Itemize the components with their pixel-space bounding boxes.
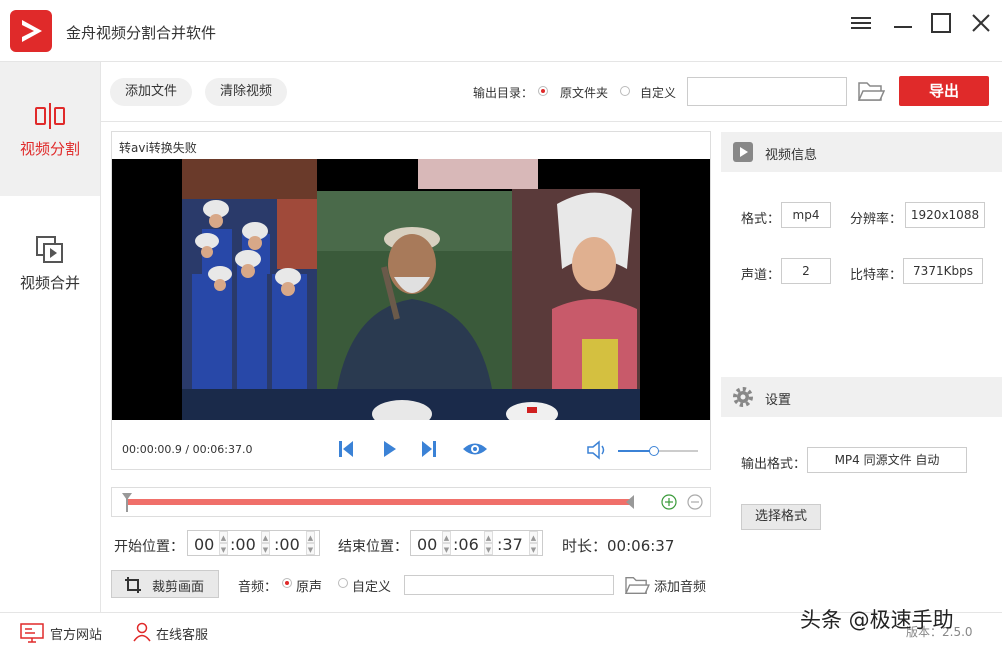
output-dir-label: 输出目录： bbox=[473, 86, 534, 100]
choose-format-button[interactable]: 选择格式 bbox=[741, 504, 821, 530]
radio-audio-original[interactable] bbox=[282, 578, 292, 588]
channels-label: 声道： bbox=[741, 268, 781, 283]
crop-icon bbox=[125, 577, 141, 593]
crop-button[interactable]: 裁剪画面 bbox=[111, 570, 219, 598]
minimize-icon[interactable] bbox=[890, 10, 916, 36]
bitrate-value: 7371Kbps bbox=[903, 258, 983, 284]
folder-icon[interactable] bbox=[857, 79, 886, 107]
export-button[interactable]: 导出 bbox=[899, 76, 989, 106]
monitor-icon bbox=[20, 623, 44, 643]
output-format-value: MP4 同源文件 自动 bbox=[807, 447, 967, 473]
start-seconds-down[interactable]: ▼ bbox=[306, 543, 315, 555]
trim-timeline[interactable] bbox=[111, 487, 711, 517]
title-bar: 金舟视频分割合并软件 bbox=[0, 0, 1002, 62]
online-support-label: 在线客服 bbox=[156, 628, 209, 643]
start-hours-down[interactable]: ▼ bbox=[219, 543, 228, 555]
volume-slider[interactable] bbox=[618, 446, 698, 456]
app-title: 金舟视频分割合并软件 bbox=[66, 24, 217, 42]
crop-label: 裁剪画面 bbox=[152, 580, 205, 595]
start-hours: 00 bbox=[194, 535, 215, 554]
zoom-out-icon[interactable] bbox=[687, 494, 703, 510]
gear-icon bbox=[733, 387, 753, 407]
channels-value: 2 bbox=[781, 258, 831, 284]
duration-label: 时长： bbox=[562, 537, 608, 555]
resolution-value: 1920x1088 bbox=[905, 202, 985, 228]
radio-custom-folder[interactable] bbox=[620, 86, 630, 96]
bitrate-label: 比特率： bbox=[850, 268, 903, 283]
status-message: 转avi转换失败 bbox=[119, 141, 197, 155]
user-icon bbox=[133, 622, 151, 642]
start-seconds-up[interactable]: ▲ bbox=[306, 531, 315, 543]
settings-title: 设置 bbox=[765, 393, 792, 408]
duration-value: 00:06:37 bbox=[607, 537, 675, 555]
end-time-stepper[interactable]: 00 ▲ ▼ :06 ▲ ▼ :37 ▲ ▼ bbox=[410, 530, 543, 556]
start-time-stepper[interactable]: 00 ▲ ▼ :00 ▲ ▼ :00 ▲ ▼ bbox=[187, 530, 320, 556]
end-hours-up[interactable]: ▲ bbox=[442, 531, 451, 543]
volume-handle[interactable] bbox=[649, 446, 659, 456]
format-value: mp4 bbox=[781, 202, 831, 228]
end-hours-down[interactable]: ▼ bbox=[442, 543, 451, 555]
play-icon[interactable] bbox=[382, 439, 398, 463]
end-handle-icon[interactable] bbox=[625, 494, 635, 510]
video-frame[interactable] bbox=[112, 159, 710, 420]
radio-source-folder[interactable] bbox=[538, 86, 548, 96]
app-logo-icon bbox=[10, 10, 52, 52]
sidebar-item-label: 视频合并 bbox=[19, 274, 80, 292]
resolution-label: 分辨率： bbox=[850, 212, 903, 227]
watermark-text: 头条 @极速手助 bbox=[800, 608, 954, 632]
end-minutes: :06 bbox=[453, 535, 479, 554]
sidebar-item-merge[interactable]: 视频合并 bbox=[0, 196, 100, 330]
source-folder-label: 原文件夹 bbox=[560, 86, 609, 100]
folder-icon bbox=[624, 576, 650, 594]
trim-range-bar bbox=[128, 499, 630, 505]
start-position-label: 开始位置： bbox=[114, 539, 184, 555]
end-seconds-down[interactable]: ▼ bbox=[529, 543, 538, 555]
end-minutes-down[interactable]: ▼ bbox=[484, 543, 493, 555]
end-minutes-up[interactable]: ▲ bbox=[484, 531, 493, 543]
add-audio-label: 添加音频 bbox=[654, 580, 707, 595]
video-info-title: 视频信息 bbox=[765, 148, 818, 163]
start-minutes-up[interactable]: ▲ bbox=[261, 531, 270, 543]
toolbar: 添加文件 清除视频 输出目录： 原文件夹 自定义 导出 bbox=[101, 62, 1002, 122]
video-player: 转avi转换失败 00:00:00.9 / 00:06:37.0 bbox=[111, 131, 711, 470]
volume-icon[interactable] bbox=[586, 440, 608, 464]
sidebar-item-label: 视频分割 bbox=[19, 140, 80, 158]
duration-display: 时长：00:06:37 bbox=[562, 535, 674, 556]
preview-eye-icon[interactable] bbox=[462, 441, 488, 461]
split-icon bbox=[34, 100, 66, 132]
audio-custom-label: 自定义 bbox=[352, 580, 392, 595]
sidebar-item-split[interactable]: 视频分割 bbox=[0, 62, 100, 196]
video-info-icon bbox=[733, 142, 753, 162]
format-label: 格式： bbox=[741, 212, 781, 227]
start-minutes-down[interactable]: ▼ bbox=[261, 543, 270, 555]
close-icon[interactable] bbox=[968, 10, 994, 36]
end-seconds-up[interactable]: ▲ bbox=[529, 531, 538, 543]
custom-folder-label: 自定义 bbox=[640, 86, 677, 100]
sidebar: 视频分割 视频合并 bbox=[0, 62, 101, 612]
end-position-label: 结束位置： bbox=[338, 539, 408, 555]
settings-header: 设置 bbox=[721, 377, 1002, 417]
radio-audio-custom[interactable] bbox=[338, 578, 348, 588]
start-hours-up[interactable]: ▲ bbox=[219, 531, 228, 543]
clear-video-button[interactable]: 清除视频 bbox=[205, 78, 287, 106]
menu-icon[interactable] bbox=[848, 10, 874, 36]
start-minutes: :00 bbox=[230, 535, 256, 554]
maximize-icon[interactable] bbox=[928, 10, 954, 36]
prev-frame-icon[interactable] bbox=[337, 439, 355, 463]
audio-original-label: 原声 bbox=[296, 580, 323, 595]
next-frame-icon[interactable] bbox=[420, 439, 438, 463]
merge-icon bbox=[34, 234, 66, 266]
time-display: 00:00:00.9 / 00:06:37.0 bbox=[122, 443, 253, 456]
add-file-button[interactable]: 添加文件 bbox=[110, 78, 192, 106]
output-format-label: 输出格式： bbox=[741, 457, 807, 472]
audio-label: 音频： bbox=[238, 580, 278, 595]
end-hours: 00 bbox=[417, 535, 438, 554]
start-seconds: :00 bbox=[274, 535, 300, 554]
output-path-input[interactable] bbox=[687, 77, 847, 106]
official-website-label: 官方网站 bbox=[50, 628, 103, 643]
zoom-in-icon[interactable] bbox=[661, 494, 677, 510]
video-info-header: 视频信息 bbox=[721, 132, 1002, 172]
end-seconds: :37 bbox=[497, 535, 523, 554]
audio-path-input[interactable] bbox=[404, 575, 614, 595]
